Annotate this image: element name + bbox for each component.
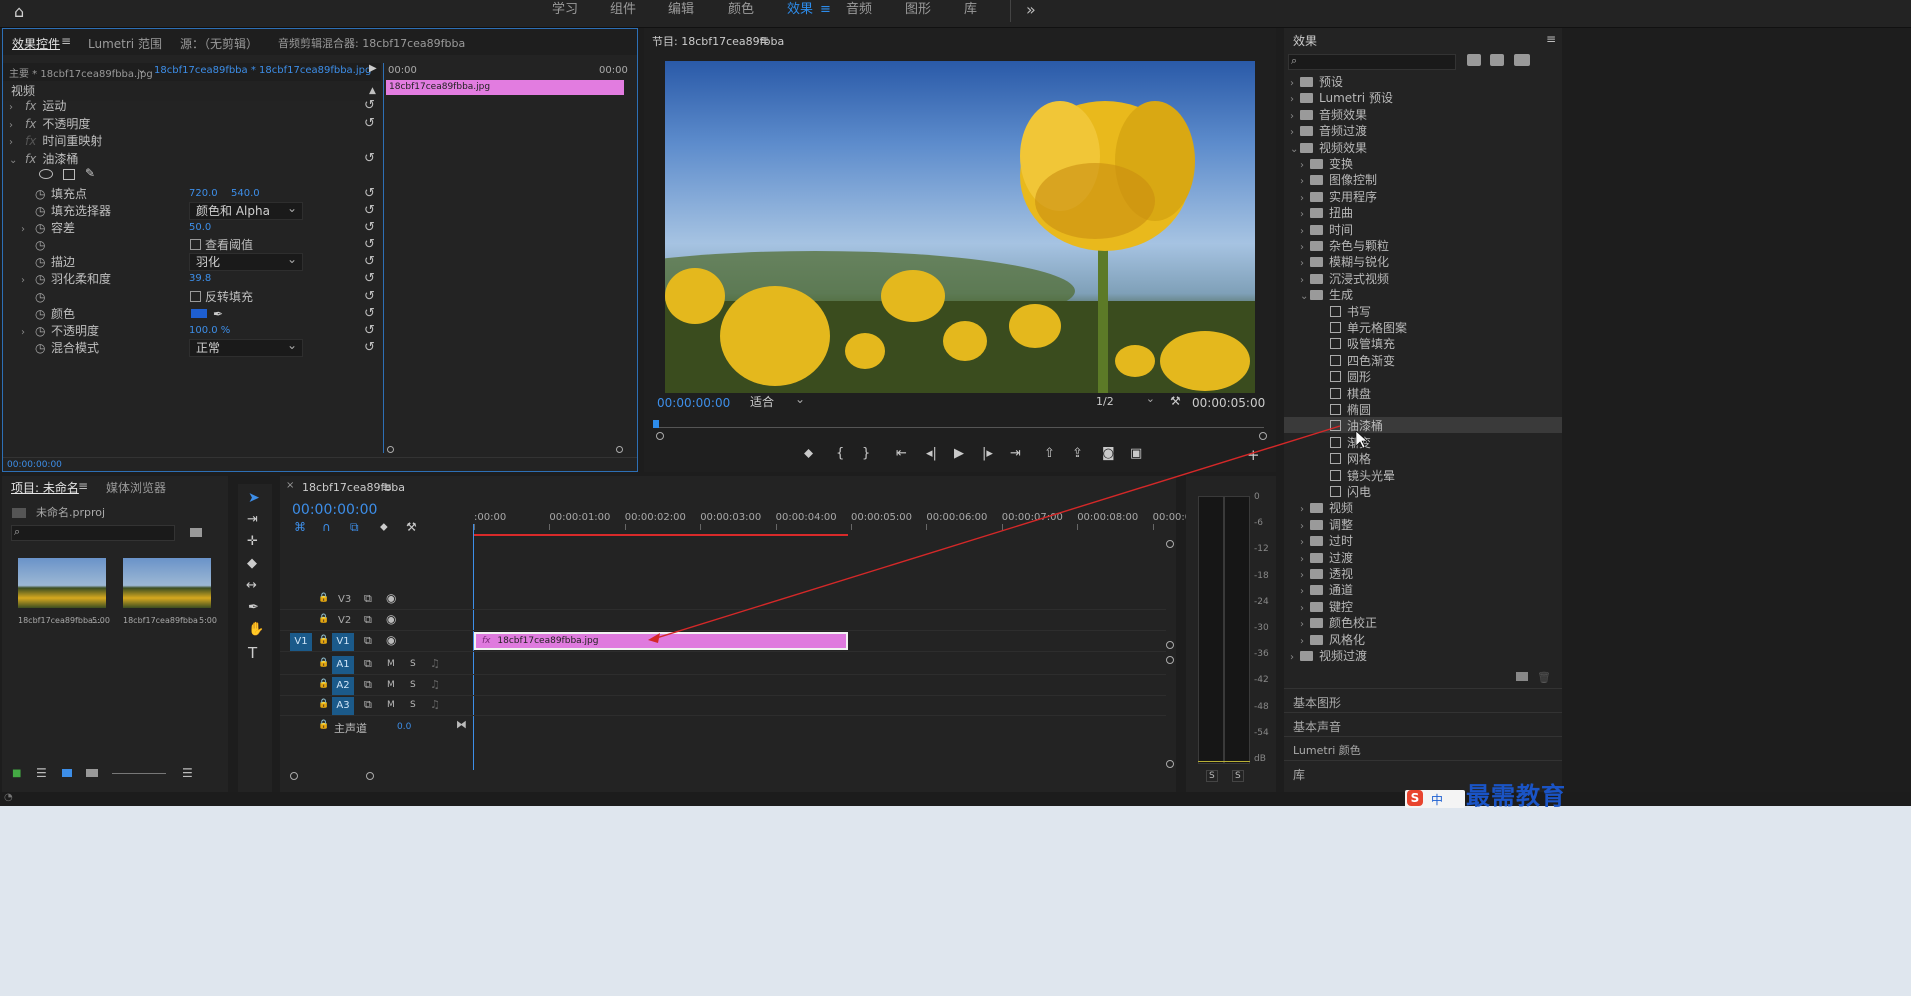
- drag-arrow-line: [649, 425, 1341, 641]
- taskbar: [0, 806, 1911, 996]
- sogou-logo-icon: S: [1407, 790, 1423, 806]
- ime-toolbar[interactable]: S 中: [1405, 790, 1465, 808]
- watermark-text: 最需教育: [1466, 781, 1566, 810]
- ime-mode: 中: [1431, 793, 1444, 807]
- mouse-cursor-icon: [1355, 430, 1368, 449]
- status-icon: ◔: [4, 792, 13, 803]
- status-bar: ◔: [0, 792, 1911, 806]
- drag-arrow-head: [648, 633, 660, 643]
